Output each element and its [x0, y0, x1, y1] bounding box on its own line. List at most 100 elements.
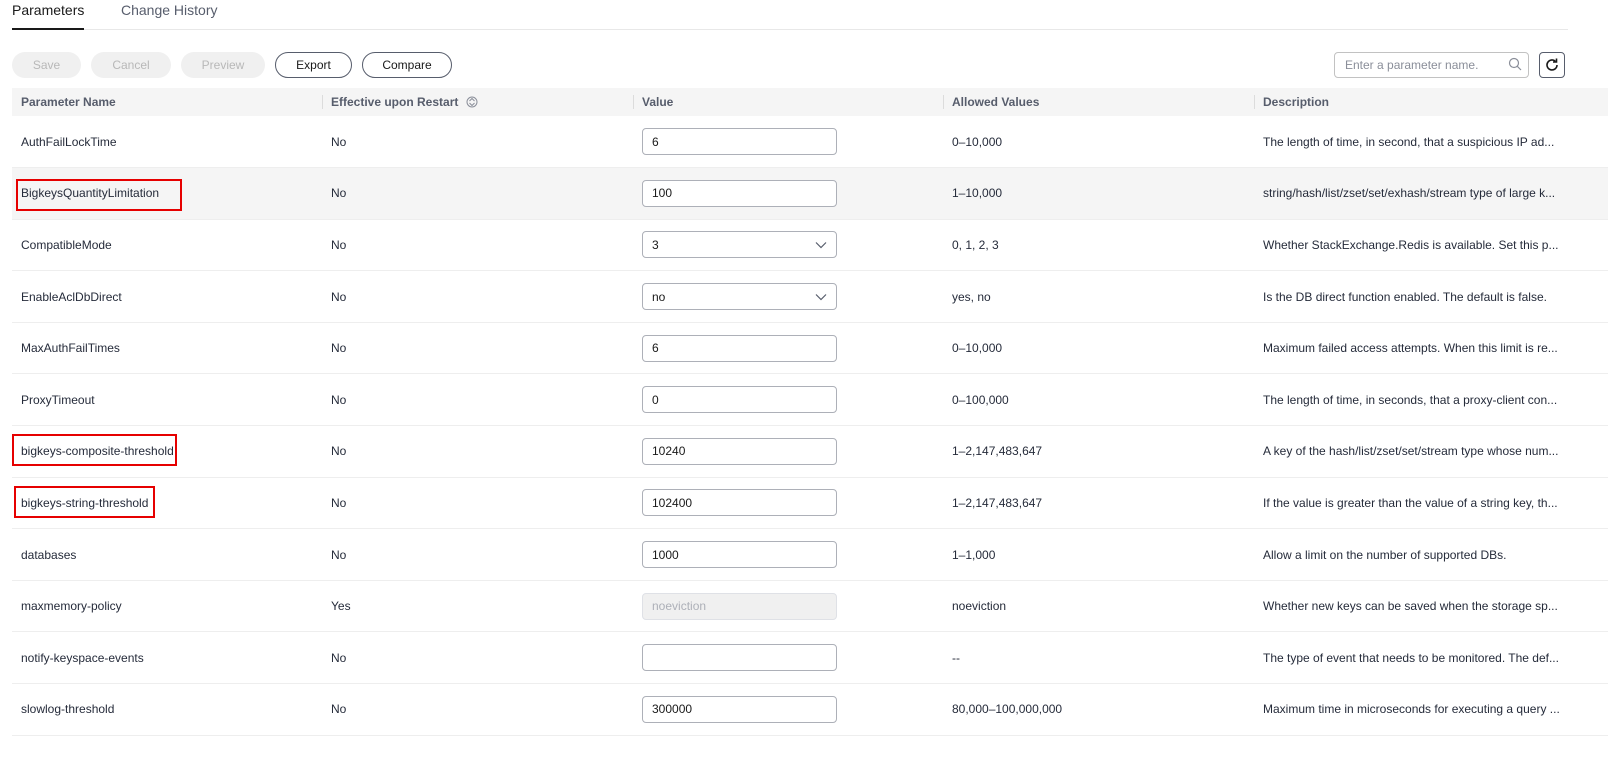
value-cell: noeviction: [633, 580, 943, 633]
sort-icon[interactable]: [466, 96, 478, 108]
tab-change-history[interactable]: Change History: [121, 2, 218, 18]
value-text: 100: [652, 186, 673, 201]
table-row: BigkeysQuantityLimitation No 100 1–10,00…: [12, 167, 1608, 220]
value-text: 3: [652, 237, 659, 252]
tab-parameters[interactable]: Parameters: [12, 2, 85, 30]
parameter-name: BigkeysQuantityLimitation: [12, 167, 322, 220]
description: The type of event that needs to be monit…: [1254, 631, 1608, 685]
parameter-name: databases: [12, 528, 322, 581]
parameter-name: bigkeys-composite-threshold: [12, 425, 322, 478]
table-header: Parameter Name Effective upon Restart Va…: [12, 88, 1608, 116]
table-row: CompatibleMode No 3 0, 1, 2, 3 Whether S…: [12, 219, 1608, 272]
column-header-restart[interactable]: Effective upon Restart: [322, 88, 633, 116]
value-cell: 300000: [633, 683, 943, 736]
allowed-values: 0–10,000: [943, 116, 1254, 169]
description: Maximum failed access attempts. When thi…: [1254, 322, 1608, 375]
value-select[interactable]: no: [642, 283, 837, 311]
value-text: 102400: [652, 495, 693, 510]
description: The length of time, in seconds, that a p…: [1254, 373, 1608, 427]
effective-upon-restart: No: [322, 373, 633, 427]
allowed-values: noeviction: [943, 580, 1254, 633]
allowed-values: 1–2,147,483,647: [943, 477, 1254, 530]
effective-upon-restart: No: [322, 631, 633, 685]
value-input[interactable]: 102400: [642, 489, 837, 517]
value-cell: 3: [633, 219, 943, 272]
effective-upon-restart: No: [322, 167, 633, 220]
cancel-button[interactable]: Cancel: [91, 52, 171, 78]
allowed-values: 80,000–100,000,000: [943, 683, 1254, 736]
allowed-values: 1–10,000: [943, 167, 1254, 220]
table-row: databases No 1000 1–1,000 Allow a limit …: [12, 528, 1608, 581]
effective-upon-restart: No: [322, 683, 633, 736]
column-header-label: Effective upon Restart: [331, 95, 459, 109]
parameter-name: notify-keyspace-events: [12, 631, 322, 685]
search-icon[interactable]: [1508, 57, 1522, 71]
description: Maximum time in microseconds for executi…: [1254, 683, 1608, 736]
chevron-down-icon: [815, 242, 827, 249]
value-cell: no: [633, 270, 943, 323]
save-button[interactable]: Save: [12, 52, 81, 78]
value-text: no: [652, 289, 666, 304]
value-cell: 102400: [633, 477, 943, 530]
column-header-description: Description: [1254, 88, 1608, 116]
effective-upon-restart: No: [322, 219, 633, 272]
value-input[interactable]: 10240: [642, 437, 837, 465]
parameter-name: ProxyTimeout: [12, 373, 322, 427]
export-button[interactable]: Export: [275, 52, 352, 78]
description: A key of the hash/list/zset/set/stream t…: [1254, 425, 1608, 478]
parameter-name: AuthFailLockTime: [12, 116, 322, 169]
effective-upon-restart: No: [322, 528, 633, 581]
table-row: ProxyTimeout No 0 0–100,000 The length o…: [12, 373, 1608, 427]
tab-bar: Parameters Change History: [12, 0, 1568, 30]
chevron-down-icon: [815, 293, 827, 300]
value-cell: 6: [633, 322, 943, 375]
column-header-name: Parameter Name: [12, 88, 322, 116]
effective-upon-restart: Yes: [322, 580, 633, 633]
allowed-values: yes, no: [943, 270, 1254, 323]
parameter-name: CompatibleMode: [12, 219, 322, 272]
parameters-table: Parameter Name Effective upon Restart Va…: [12, 88, 1608, 736]
allowed-values: 0–100,000: [943, 373, 1254, 427]
table-row: bigkeys-string-threshold No 102400 1–2,1…: [12, 477, 1608, 530]
value-text: 0: [652, 392, 659, 407]
table-row: notify-keyspace-events No -- The type of…: [12, 631, 1608, 685]
value-cell: 1000: [633, 528, 943, 581]
value-text: noeviction: [652, 599, 707, 614]
parameter-name: EnableAclDbDirect: [12, 270, 322, 323]
table-row: EnableAclDbDirect No no yes, no Is the D…: [12, 270, 1608, 323]
value-input[interactable]: 1000: [642, 541, 837, 569]
parameter-search-input[interactable]: [1334, 52, 1529, 78]
description: Is the DB direct function enabled. The d…: [1254, 270, 1608, 323]
effective-upon-restart: No: [322, 116, 633, 169]
value-cell: 10240: [633, 425, 943, 478]
description: If the value is greater than the value o…: [1254, 477, 1608, 530]
value-input: noeviction: [642, 592, 837, 620]
value-input[interactable]: 300000: [642, 695, 837, 723]
table-row: slowlog-threshold No 300000 80,000–100,0…: [12, 683, 1608, 736]
allowed-values: 1–2,147,483,647: [943, 425, 1254, 478]
column-header-allowed: Allowed Values: [943, 88, 1254, 116]
value-select[interactable]: 3: [642, 231, 837, 259]
value-text: 10240: [652, 444, 686, 459]
value-text: 1000: [652, 547, 679, 562]
allowed-values: 0–10,000: [943, 322, 1254, 375]
value-input[interactable]: 6: [642, 334, 837, 362]
parameter-name: MaxAuthFailTimes: [12, 322, 322, 375]
table-row: AuthFailLockTime No 6 0–10,000 The lengt…: [12, 116, 1608, 169]
value-input[interactable]: 100: [642, 179, 837, 207]
parameter-name: maxmemory-policy: [12, 580, 322, 633]
effective-upon-restart: No: [322, 477, 633, 530]
refresh-icon: [1546, 58, 1558, 71]
compare-button[interactable]: Compare: [362, 52, 452, 78]
description: The length of time, in second, that a su…: [1254, 116, 1608, 169]
value-input[interactable]: 0: [642, 386, 837, 414]
table-row: MaxAuthFailTimes No 6 0–10,000 Maximum f…: [12, 322, 1608, 375]
value-cell: [633, 631, 943, 685]
preview-button[interactable]: Preview: [181, 52, 265, 78]
value-input[interactable]: 6: [642, 128, 837, 156]
value-cell: 0: [633, 373, 943, 427]
value-input[interactable]: [642, 644, 837, 672]
allowed-values: 0, 1, 2, 3: [943, 219, 1254, 272]
description: Whether StackExchange.Redis is available…: [1254, 219, 1608, 272]
refresh-button[interactable]: [1539, 52, 1565, 78]
